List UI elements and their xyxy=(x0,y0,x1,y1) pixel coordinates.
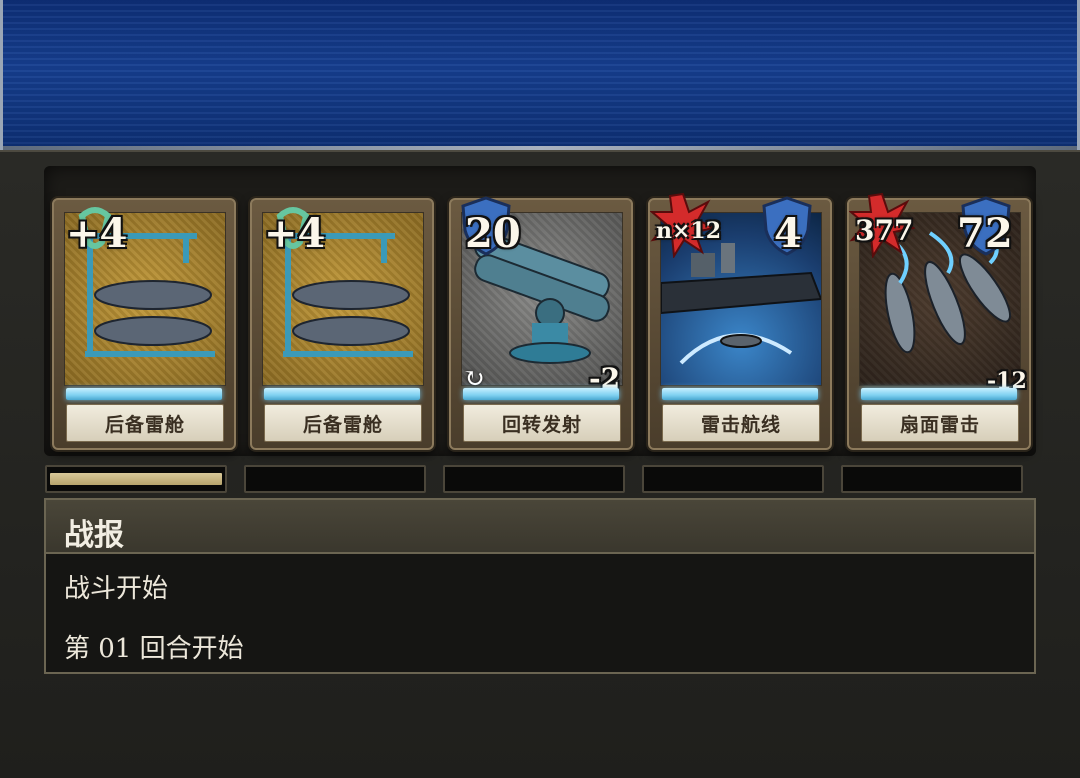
log-entry: 战斗开始 xyxy=(64,574,169,604)
card-name: 扇面雷击 xyxy=(861,404,1019,442)
card-energy-bar xyxy=(861,388,1017,400)
card-bonus-value: +4 xyxy=(66,210,128,257)
card-defense-value: 72 xyxy=(957,210,1013,257)
card-fan-torpedo-strike[interactable]: 377 72 -12 扇面雷击 xyxy=(847,192,1031,450)
card-rotating-launch[interactable]: 20 ↻ -2 回转发射 xyxy=(449,196,633,450)
card-bonus-value: +4 xyxy=(264,210,326,257)
card-slot-bar-4 xyxy=(642,465,824,493)
card-slot-bar-3 xyxy=(443,465,625,493)
card-torpedo-course[interactable]: n×12 4 雷击航线 xyxy=(648,192,832,450)
card-reserve-torpedo-bay-2[interactable]: +4 后备雷舱 xyxy=(250,198,434,450)
card-reserve-torpedo-bay-1[interactable]: +4 后备雷舱 xyxy=(52,198,236,450)
card-name: 后备雷舱 xyxy=(264,404,422,442)
log-entry: 第 01 回合开始 xyxy=(64,634,244,664)
ocean-background xyxy=(0,0,1080,150)
card-name: 雷击航线 xyxy=(662,404,820,442)
card-attack-value: 377 xyxy=(855,214,914,247)
card-cost-value: 20 xyxy=(465,210,521,257)
battle-report-panel[interactable]: 战报 战斗开始 第 01 回合开始 xyxy=(44,498,1036,674)
card-energy-bar xyxy=(463,388,619,400)
card-energy-bar xyxy=(264,388,420,400)
card-name: 回转发射 xyxy=(463,404,621,442)
card-slot-bar-2 xyxy=(244,465,426,493)
card-energy-bar xyxy=(662,388,818,400)
slot-progress-fill xyxy=(50,473,222,485)
card-attack-value: n×12 xyxy=(656,218,722,244)
card-slot-bar-1 xyxy=(45,465,227,493)
card-slot-bar-5 xyxy=(841,465,1023,493)
card-name: 后备雷舱 xyxy=(66,404,224,442)
battle-report-title: 战报 xyxy=(64,518,124,553)
battle-report-header: 战报 xyxy=(46,500,1034,554)
card-energy-bar xyxy=(66,388,222,400)
card-defense-value: 4 xyxy=(774,210,802,257)
